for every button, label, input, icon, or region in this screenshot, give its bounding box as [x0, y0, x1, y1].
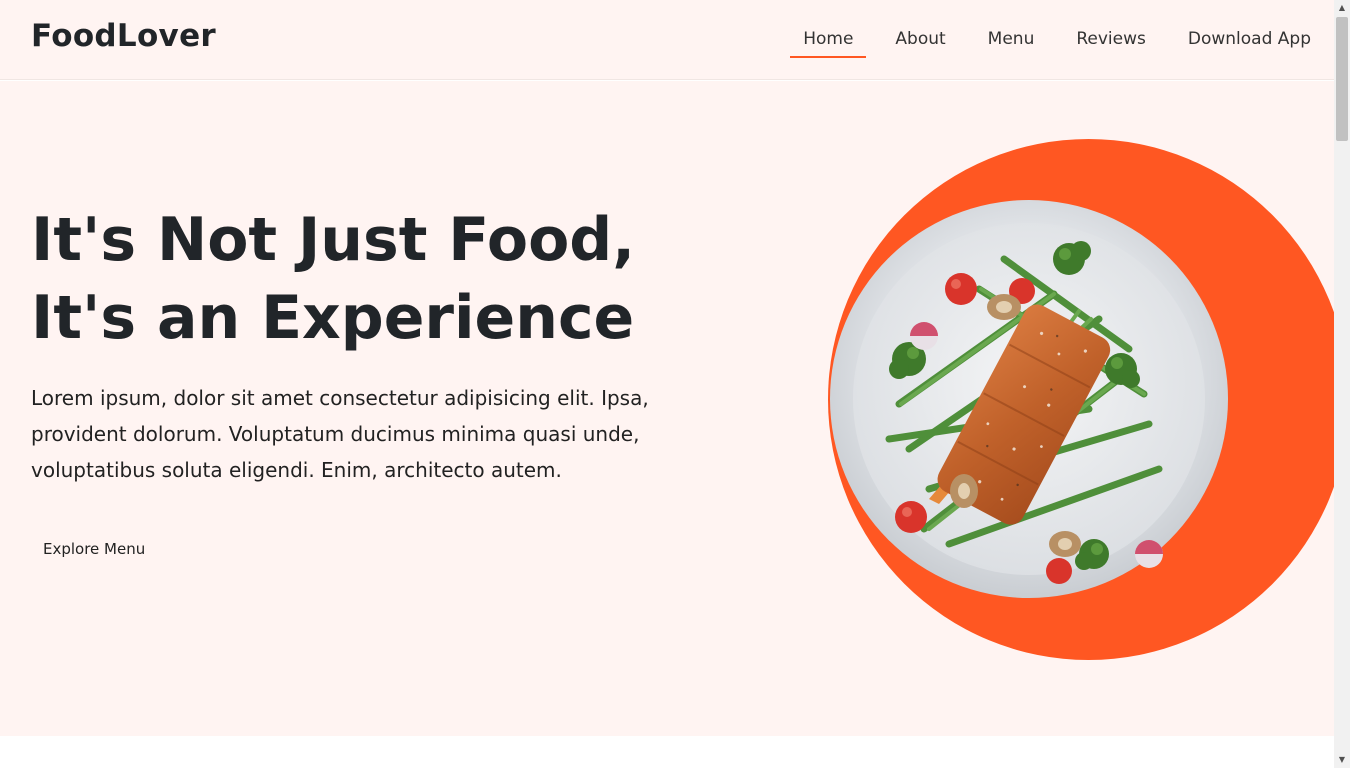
explore-menu-button[interactable]: Explore Menu	[31, 534, 157, 564]
scroll-up-arrow-icon[interactable]: ▲	[1334, 0, 1350, 16]
main-nav: Home About Menu Reviews Download App	[782, 0, 1332, 80]
hero-title: It's Not Just Food, It's an Experience	[31, 201, 751, 357]
brand-logo[interactable]: FoodLover	[31, 18, 216, 54]
site-header: FoodLover Home About Menu Reviews Downlo…	[0, 0, 1350, 80]
scroll-down-arrow-icon[interactable]: ▼	[1334, 752, 1350, 768]
nav-item-about[interactable]: About	[874, 0, 966, 80]
scrollbar-thumb[interactable]	[1336, 17, 1348, 141]
page: FoodLover Home About Menu Reviews Downlo…	[0, 0, 1350, 768]
salmon-plate-icon	[830, 200, 1228, 598]
nav-item-download-app[interactable]: Download App	[1167, 0, 1332, 80]
hero-title-line-1: It's Not Just Food,	[31, 205, 636, 275]
nav-item-reviews[interactable]: Reviews	[1055, 0, 1167, 80]
hero-section: It's Not Just Food, It's an Experience L…	[0, 81, 1350, 736]
hero-title-line-2: It's an Experience	[31, 283, 635, 353]
salmon-plate-image	[829, 199, 1229, 599]
nav-item-home[interactable]: Home	[782, 0, 874, 80]
nav-item-menu[interactable]: Menu	[967, 0, 1056, 80]
page-scrollbar[interactable]: ▲ ▼	[1334, 0, 1350, 768]
hero-description: Lorem ipsum, dolor sit amet consectetur …	[31, 386, 649, 482]
